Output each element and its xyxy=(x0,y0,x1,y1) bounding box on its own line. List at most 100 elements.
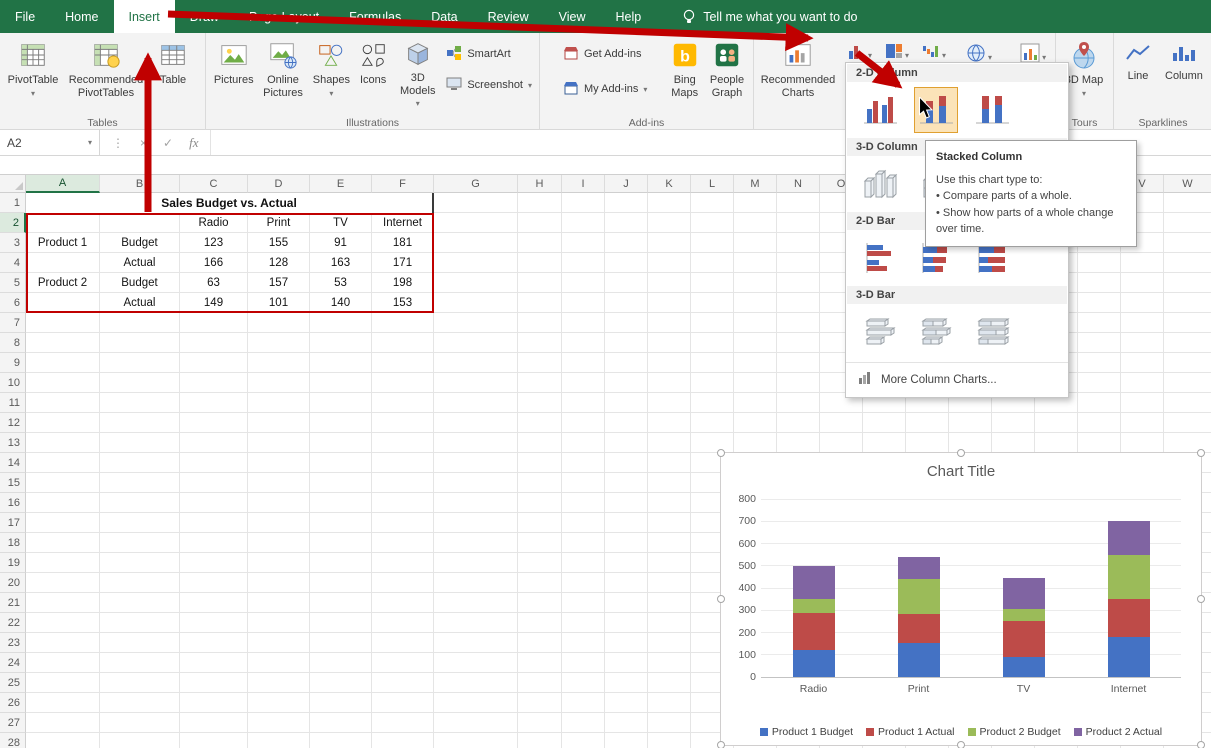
cell-J3[interactable] xyxy=(605,233,648,253)
column-header-I[interactable]: I xyxy=(562,175,605,193)
cell-V6[interactable] xyxy=(1121,293,1164,313)
cell-J8[interactable] xyxy=(605,333,648,353)
cell-D6[interactable]: 101 xyxy=(248,293,310,313)
cell-G15[interactable] xyxy=(434,473,518,493)
cell-M3[interactable] xyxy=(734,233,777,253)
bar-print-2[interactable] xyxy=(898,579,940,614)
cell-G28[interactable] xyxy=(434,733,518,748)
cell-V8[interactable] xyxy=(1121,333,1164,353)
pivottable-button[interactable]: PivotTable xyxy=(4,35,62,113)
bar-radio-2[interactable] xyxy=(793,599,835,613)
cell-F27[interactable] xyxy=(372,713,434,733)
cell-F4[interactable]: 171 xyxy=(372,253,434,273)
cell-N8[interactable] xyxy=(777,333,820,353)
cell-J20[interactable] xyxy=(605,573,648,593)
cell-E26[interactable] xyxy=(310,693,372,713)
cell-C16[interactable] xyxy=(180,493,248,513)
cell-A5[interactable]: Product 2 xyxy=(26,273,100,293)
cell-C24[interactable] xyxy=(180,653,248,673)
cell-K9[interactable] xyxy=(648,353,691,373)
cell-D4[interactable]: 128 xyxy=(248,253,310,273)
column-header-W[interactable]: W xyxy=(1164,175,1211,193)
cell-V10[interactable] xyxy=(1121,373,1164,393)
cell-H26[interactable] xyxy=(518,693,562,713)
cell-C23[interactable] xyxy=(180,633,248,653)
cell-G5[interactable] xyxy=(434,273,518,293)
cell-J12[interactable] xyxy=(605,413,648,433)
cell-H24[interactable] xyxy=(518,653,562,673)
cell-I13[interactable] xyxy=(562,433,605,453)
cell-B16[interactable] xyxy=(100,493,180,513)
cell-G17[interactable] xyxy=(434,513,518,533)
cell-L3[interactable] xyxy=(691,233,734,253)
cell-H13[interactable] xyxy=(518,433,562,453)
cell-J14[interactable] xyxy=(605,453,648,473)
cell-R13[interactable] xyxy=(949,433,992,453)
cell-K2[interactable] xyxy=(648,213,691,233)
cell-F23[interactable] xyxy=(372,633,434,653)
cell-G8[interactable] xyxy=(434,333,518,353)
cell-J28[interactable] xyxy=(605,733,648,748)
chart-resize-handle[interactable] xyxy=(1197,741,1205,748)
cell-I21[interactable] xyxy=(562,593,605,613)
cell-A19[interactable] xyxy=(26,553,100,573)
recommended-charts-button[interactable]: Recommended Charts xyxy=(758,35,838,113)
cell-E28[interactable] xyxy=(310,733,372,748)
cell-J5[interactable] xyxy=(605,273,648,293)
cell-W7[interactable] xyxy=(1164,313,1211,333)
tab-home[interactable]: Home xyxy=(50,0,113,33)
cell-U8[interactable] xyxy=(1078,333,1121,353)
cell-A3[interactable]: Product 1 xyxy=(26,233,100,253)
cell-A28[interactable] xyxy=(26,733,100,748)
cell-K5[interactable] xyxy=(648,273,691,293)
cell-E27[interactable] xyxy=(310,713,372,733)
cell-L6[interactable] xyxy=(691,293,734,313)
cell-C12[interactable] xyxy=(180,413,248,433)
cell-B6[interactable]: Actual xyxy=(100,293,180,313)
column-header-M[interactable]: M xyxy=(734,175,777,193)
bar-radio-3[interactable] xyxy=(793,566,835,599)
cell-K27[interactable] xyxy=(648,713,691,733)
cell-H18[interactable] xyxy=(518,533,562,553)
cell-A26[interactable] xyxy=(26,693,100,713)
cell-K13[interactable] xyxy=(648,433,691,453)
cell-M4[interactable] xyxy=(734,253,777,273)
cell-K20[interactable] xyxy=(648,573,691,593)
cell-F22[interactable] xyxy=(372,613,434,633)
cell-V11[interactable] xyxy=(1121,393,1164,413)
cell-A15[interactable] xyxy=(26,473,100,493)
cell-U10[interactable] xyxy=(1078,373,1121,393)
cell-I12[interactable] xyxy=(562,413,605,433)
cell-Q13[interactable] xyxy=(906,433,949,453)
cell-K26[interactable] xyxy=(648,693,691,713)
cell-F15[interactable] xyxy=(372,473,434,493)
cell-N12[interactable] xyxy=(777,413,820,433)
chart-resize-handle[interactable] xyxy=(717,595,725,603)
cell-L4[interactable] xyxy=(691,253,734,273)
chart-resize-handle[interactable] xyxy=(717,741,725,748)
cell-I9[interactable] xyxy=(562,353,605,373)
cell-L10[interactable] xyxy=(691,373,734,393)
cell-I8[interactable] xyxy=(562,333,605,353)
cell-A12[interactable] xyxy=(26,413,100,433)
cell-E13[interactable] xyxy=(310,433,372,453)
cell-D19[interactable] xyxy=(248,553,310,573)
bar-tv-0[interactable] xyxy=(1003,657,1045,677)
cell-U12[interactable] xyxy=(1078,413,1121,433)
cell-A10[interactable] xyxy=(26,373,100,393)
cell-D20[interactable] xyxy=(248,573,310,593)
row-header-5[interactable]: 5 xyxy=(0,273,26,293)
cell-M10[interactable] xyxy=(734,373,777,393)
cell-W8[interactable] xyxy=(1164,333,1211,353)
online-pictures-button[interactable]: Online Pictures xyxy=(257,35,308,113)
cell-K7[interactable] xyxy=(648,313,691,333)
cell-L9[interactable] xyxy=(691,353,734,373)
cell-D21[interactable] xyxy=(248,593,310,613)
cell-A14[interactable] xyxy=(26,453,100,473)
cell-W12[interactable] xyxy=(1164,413,1211,433)
cell-C28[interactable] xyxy=(180,733,248,748)
cell-E19[interactable] xyxy=(310,553,372,573)
cell-H2[interactable] xyxy=(518,213,562,233)
cell-L12[interactable] xyxy=(691,413,734,433)
cell-L11[interactable] xyxy=(691,393,734,413)
